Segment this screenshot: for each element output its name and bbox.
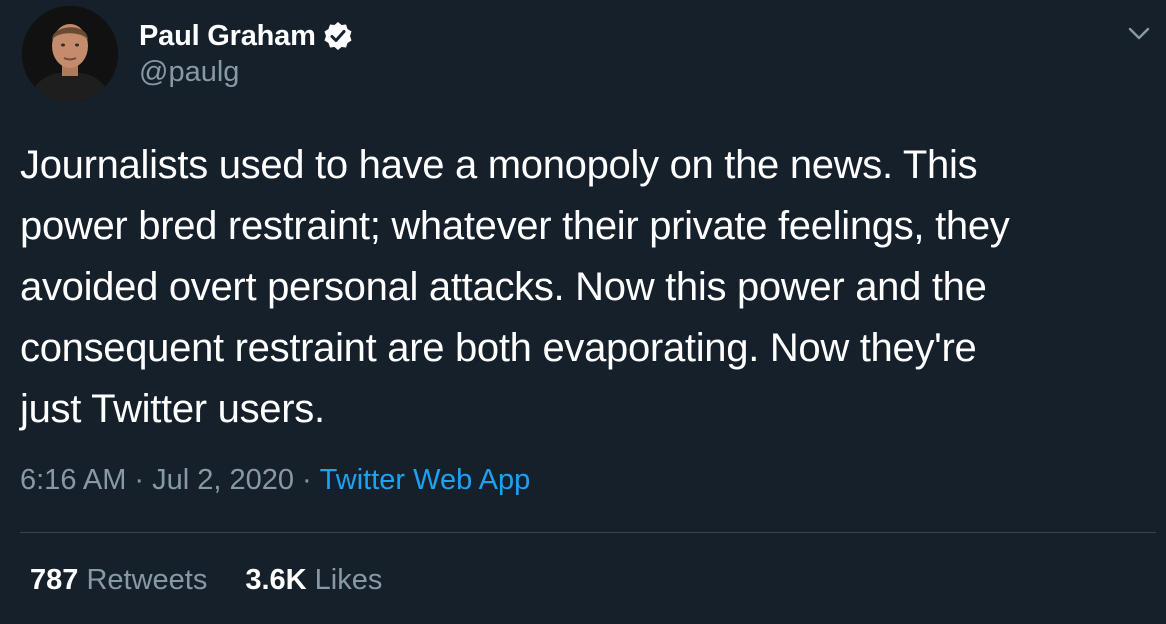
author-name-row: Paul Graham [139, 16, 354, 56]
retweets-stat[interactable]: 787 Retweets [30, 564, 207, 596]
chevron-down-icon[interactable] [1124, 18, 1154, 48]
display-name[interactable]: Paul Graham [139, 20, 316, 53]
retweets-count: 787 [30, 564, 79, 596]
likes-label: Likes [314, 564, 383, 596]
likes-count: 3.6K [245, 564, 307, 596]
verified-badge-icon [322, 20, 354, 52]
profile-photo-icon [22, 6, 118, 102]
user-handle[interactable]: @paulg [139, 56, 239, 89]
tweet-text-line: avoided overt personal attacks. Now this… [20, 265, 987, 309]
engagement-stats: 787 Retweets 3.6K Likes [30, 564, 382, 597]
tweet-date[interactable]: Jul 2, 2020 [152, 464, 294, 496]
tweet-text-line: Journalists used to have a monopoly on t… [20, 143, 978, 187]
source-link[interactable]: Twitter Web App [320, 464, 531, 496]
likes-stat[interactable]: 3.6K Likes [245, 564, 382, 596]
tweet-text-line: power bred restraint; whatever their pri… [20, 204, 1010, 248]
tweet-text-line: just Twitter users. [20, 387, 325, 431]
tweet-card: Paul Graham @paulg Journalists used to h… [0, 0, 1166, 624]
divider [20, 532, 1156, 533]
avatar[interactable] [22, 6, 118, 102]
tweet-time[interactable]: 6:16 AM [20, 464, 126, 496]
retweets-label: Retweets [86, 564, 208, 596]
meta-separator: · [134, 464, 145, 496]
tweet-text: Journalists used to have a monopoly on t… [20, 135, 1150, 440]
tweet-text-line: consequent restraint are both evaporatin… [20, 326, 977, 370]
tweet-meta: 6:16 AM · Jul 2, 2020 · Twitter Web App [20, 464, 530, 497]
meta-separator: · [301, 464, 312, 496]
